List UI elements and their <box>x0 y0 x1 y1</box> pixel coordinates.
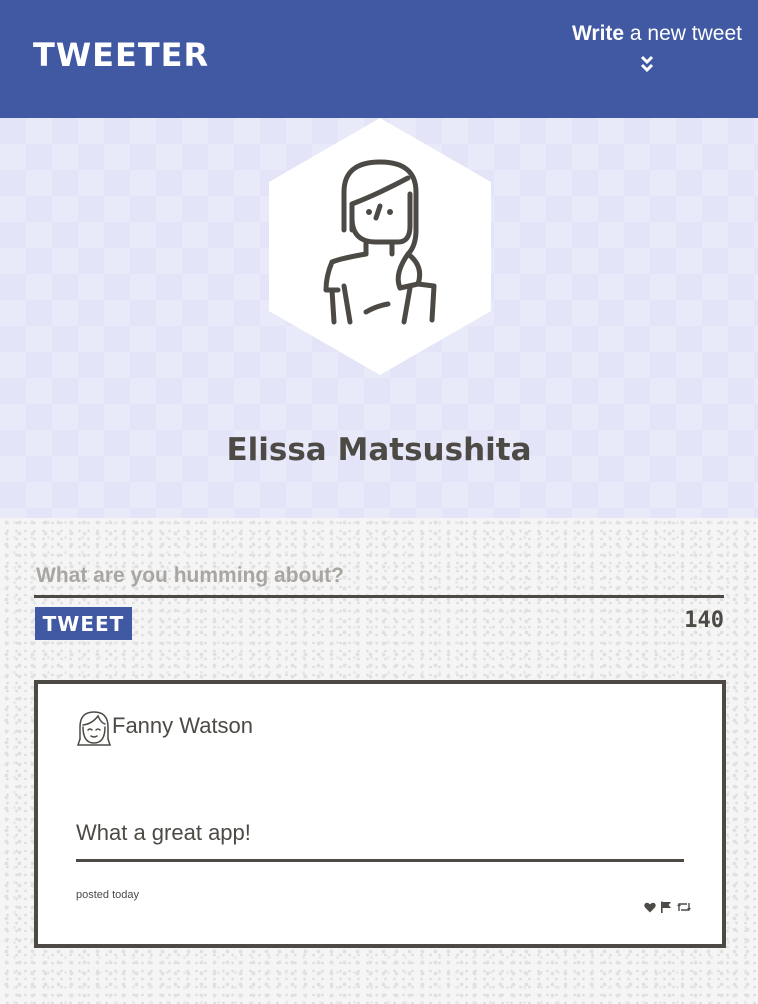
character-counter: 140 <box>684 608 724 633</box>
tweet-input[interactable] <box>34 556 724 598</box>
woman-avatar-icon <box>269 118 491 375</box>
heart-icon[interactable] <box>644 902 656 913</box>
tweet-actions <box>644 901 692 913</box>
tweet-author[interactable]: Fanny Watson <box>112 713 253 739</box>
tweet-compose-form: TWEET 140 <box>34 556 724 640</box>
retweet-icon[interactable] <box>676 901 692 913</box>
tweet-submit-button[interactable]: TWEET <box>35 607 132 640</box>
tweet-body: What a great app! <box>76 816 684 862</box>
double-chevron-down-icon[interactable] <box>640 54 654 74</box>
tweet-card: Fanny Watson What a great app! posted to… <box>34 680 726 948</box>
flag-icon[interactable] <box>660 901 672 913</box>
write-new-tweet-button[interactable]: Write a new tweet <box>542 22 742 73</box>
tweet-timestamp: posted today <box>76 889 139 901</box>
profile-header: Elissa Matsushita <box>0 118 758 518</box>
girl-avatar-icon <box>76 711 112 746</box>
profile-avatar <box>268 118 492 376</box>
navbar: TWEETER Write a new tweet <box>0 0 758 118</box>
profile-name: Elissa Matsushita <box>226 432 532 468</box>
logo[interactable]: TWEETER <box>33 36 209 74</box>
write-new-tweet-label: Write a new tweet <box>571 22 742 45</box>
